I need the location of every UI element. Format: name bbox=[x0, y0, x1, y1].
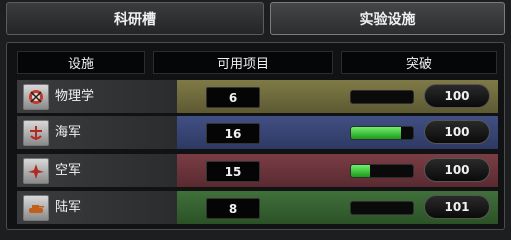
breakthrough-button[interactable]: 100 bbox=[424, 84, 490, 108]
available-project-count: 6 bbox=[206, 87, 260, 108]
column-header-available-projects: 可用项目 bbox=[153, 51, 333, 74]
available-project-count: 16 bbox=[206, 123, 260, 144]
available-project-count: 15 bbox=[206, 161, 260, 182]
tab-research-slots[interactable]: 科研槽 bbox=[6, 2, 264, 35]
progress-fill bbox=[351, 165, 370, 177]
breakthrough-progress-bar bbox=[350, 164, 414, 178]
tab-bar: 科研槽 实验设施 bbox=[0, 0, 511, 40]
breakthrough-button[interactable]: 100 bbox=[424, 158, 490, 182]
available-project-count: 8 bbox=[206, 198, 260, 219]
facility-name: 空军 bbox=[55, 163, 82, 178]
navy-icon[interactable] bbox=[23, 120, 49, 146]
column-header-breakthrough: 突破 bbox=[341, 51, 497, 74]
facility-row-army: 陆军 8 101 bbox=[17, 191, 498, 224]
facility-name: 陆军 bbox=[55, 200, 82, 215]
column-header-facility: 设施 bbox=[17, 51, 145, 74]
tab-experimental-facilities[interactable]: 实验设施 bbox=[270, 2, 505, 35]
facility-name: 物理学 bbox=[55, 89, 95, 104]
progress-fill bbox=[351, 127, 401, 139]
facility-name: 海军 bbox=[55, 125, 82, 140]
breakthrough-progress-bar bbox=[350, 201, 414, 215]
physics-icon[interactable] bbox=[23, 84, 49, 110]
breakthrough-progress-bar bbox=[350, 90, 414, 104]
facility-row-airforce: 空军 15 100 bbox=[17, 154, 498, 187]
army-tank-icon[interactable] bbox=[23, 195, 49, 221]
breakthrough-progress-bar bbox=[350, 126, 414, 140]
facility-row-navy: 海军 16 100 bbox=[17, 116, 498, 149]
airforce-icon[interactable] bbox=[23, 158, 49, 184]
breakthrough-button[interactable]: 101 bbox=[424, 195, 490, 219]
facility-row-physics: 物理学 6 100 bbox=[17, 80, 498, 113]
breakthrough-button[interactable]: 100 bbox=[424, 120, 490, 144]
